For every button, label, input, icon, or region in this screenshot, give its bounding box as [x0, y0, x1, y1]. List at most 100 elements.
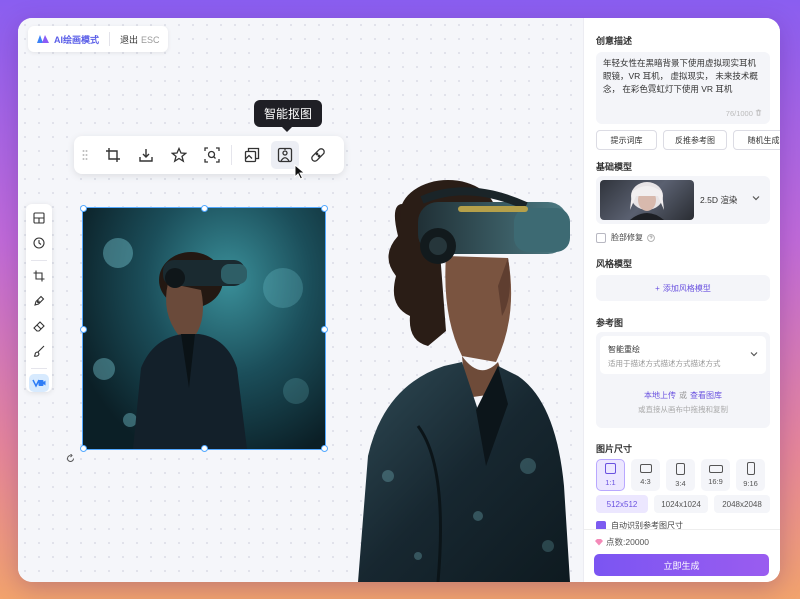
resize-handle[interactable]: [80, 205, 87, 212]
vr-woman-photo: [83, 208, 325, 449]
gem-icon: [595, 539, 603, 546]
size-2048[interactable]: 2048x2048: [714, 495, 770, 513]
resize-handle[interactable]: [80, 445, 87, 452]
resize-handle[interactable]: [321, 445, 328, 452]
divider: [31, 367, 47, 369]
crop-button[interactable]: [99, 141, 127, 169]
esc-hint: ESC: [141, 34, 160, 45]
resize-handle[interactable]: [321, 205, 328, 212]
chevron-down-icon: [750, 352, 758, 357]
video-button[interactable]: [29, 373, 49, 392]
wide-icon: [708, 464, 723, 473]
bandage-icon: [310, 148, 325, 162]
ratio-options: 1:1 4:3 3:4 16:9 9:16: [596, 459, 765, 491]
brush-tool-button[interactable]: [28, 341, 50, 361]
exit-button[interactable]: 退出 ESC: [120, 33, 160, 46]
resize-handle[interactable]: [321, 326, 328, 333]
video-camera-icon: [32, 379, 46, 388]
divider: [109, 32, 111, 46]
download-icon: [138, 149, 153, 162]
resize-handle[interactable]: [201, 445, 208, 452]
reference-upload-links: 本地上传或查看图库: [596, 390, 770, 401]
cutout-result-image[interactable]: [358, 166, 584, 582]
local-upload-link[interactable]: 本地上传: [644, 391, 676, 400]
ratio-4-3[interactable]: 4:3: [631, 459, 660, 491]
reference-title: 参考图: [596, 318, 624, 328]
base-model-select[interactable]: 2.5D 渲染: [596, 176, 770, 224]
or-text: 或: [679, 391, 687, 400]
layout-icon: [33, 212, 45, 224]
style-model-title: 风格模型: [596, 259, 633, 269]
mouse-cursor-icon: [294, 164, 306, 180]
size-512[interactable]: 512x512: [596, 495, 648, 513]
app-window: AI绘画模式 退出 ESC 智能抠图 创意描述 年轻女性在黑暗背景下使用虚拟现实…: [18, 18, 780, 582]
layout-button[interactable]: [28, 208, 50, 228]
zoom-scan-button[interactable]: [198, 141, 226, 169]
prompt-actions: 提示词库 反推参考图 随机生成: [596, 130, 780, 150]
reverse-reference-button[interactable]: 反推参考图: [663, 130, 727, 150]
eraser-icon: [33, 321, 45, 332]
ratio-16-9[interactable]: 16:9: [701, 459, 730, 491]
history-button[interactable]: [28, 233, 50, 253]
drag-handle-icon[interactable]: [80, 149, 90, 161]
prompt-textarea[interactable]: 年轻女性在黑暗背景下使用虚拟现实耳机眼镜，VR 耳机， 虚拟现实， 未来技术概念…: [596, 52, 770, 124]
drag-hint: 或直接从画布中拖拽和复制: [638, 405, 728, 414]
clock-icon: [33, 237, 45, 249]
selected-image[interactable]: [80, 205, 328, 452]
trash-icon[interactable]: [755, 109, 762, 116]
prompt-library-button[interactable]: 提示词库: [596, 130, 657, 150]
pen-tool-button[interactable]: [28, 291, 50, 311]
rotate-handle-icon[interactable]: [66, 454, 75, 463]
face-fix-checkbox[interactable]: [596, 232, 606, 243]
reference-mode-name: 智能重绘: [608, 345, 640, 354]
pen-icon: [34, 295, 45, 306]
add-style-label: 添加风格模型: [662, 283, 711, 293]
resize-handle[interactable]: [80, 326, 87, 333]
generate-button[interactable]: 立即生成: [594, 554, 769, 576]
char-count: 76/1000: [726, 107, 762, 120]
help-icon[interactable]: [647, 233, 655, 242]
resize-handle[interactable]: [201, 205, 208, 212]
portrait-icon: [676, 462, 685, 475]
chevron-down-icon: [752, 196, 760, 201]
image-size-title: 图片尺寸: [596, 444, 633, 454]
reference-panel: 智能重绘 适用于描述方式描述方式描述方式 本地上传或查看图库 或直接从画布中拖拽…: [596, 332, 770, 428]
exit-label: 退出: [120, 34, 139, 45]
brush-icon: [33, 345, 45, 357]
crop-icon: [105, 148, 120, 162]
points-text: 点数:20000: [606, 537, 649, 547]
eraser-tool-button[interactable]: [28, 316, 50, 336]
resolution-options: 512x512 1024x1024 2048x2048: [596, 495, 770, 513]
divider: [31, 260, 47, 261]
model-thumbnail: [600, 180, 694, 220]
favorite-button[interactable]: [165, 141, 193, 169]
erase-fix-button[interactable]: [304, 141, 332, 169]
crop-tool-button[interactable]: [28, 266, 50, 286]
base-model-title: 基础模型: [596, 162, 633, 172]
model-name: 2.5D 渲染: [700, 195, 738, 205]
square-icon: [605, 463, 616, 474]
face-fix-option[interactable]: 脸部修复: [596, 232, 655, 243]
images-icon: [244, 147, 259, 163]
random-generate-button[interactable]: 随机生成: [733, 130, 780, 150]
image-variation-button[interactable]: [238, 141, 266, 169]
canvas[interactable]: AI绘画模式 退出 ESC 智能抠图: [18, 18, 583, 582]
view-gallery-link[interactable]: 查看图库: [690, 391, 722, 400]
scan-search-icon: [203, 147, 220, 163]
ratio-1-1[interactable]: 1:1: [596, 459, 625, 491]
tall-icon: [746, 462, 755, 475]
size-1024[interactable]: 1024x1024: [654, 495, 708, 513]
ratio-3-4[interactable]: 3:4: [666, 459, 695, 491]
cutout-icon: [277, 147, 292, 163]
ratio-9-16[interactable]: 9:16: [736, 459, 765, 491]
download-button[interactable]: [132, 141, 160, 169]
star-icon: [170, 147, 187, 163]
points-balance: 点数:20000: [594, 536, 649, 548]
divider: [231, 145, 232, 165]
crop-icon: [33, 270, 45, 282]
reference-mode-select[interactable]: 智能重绘 适用于描述方式描述方式描述方式: [600, 336, 766, 374]
top-bar: AI绘画模式 退出 ESC: [28, 26, 168, 52]
add-style-model-button[interactable]: + 添加风格模型: [596, 275, 770, 301]
app-logo-icon: [37, 35, 49, 43]
plus-icon: +: [655, 283, 660, 293]
